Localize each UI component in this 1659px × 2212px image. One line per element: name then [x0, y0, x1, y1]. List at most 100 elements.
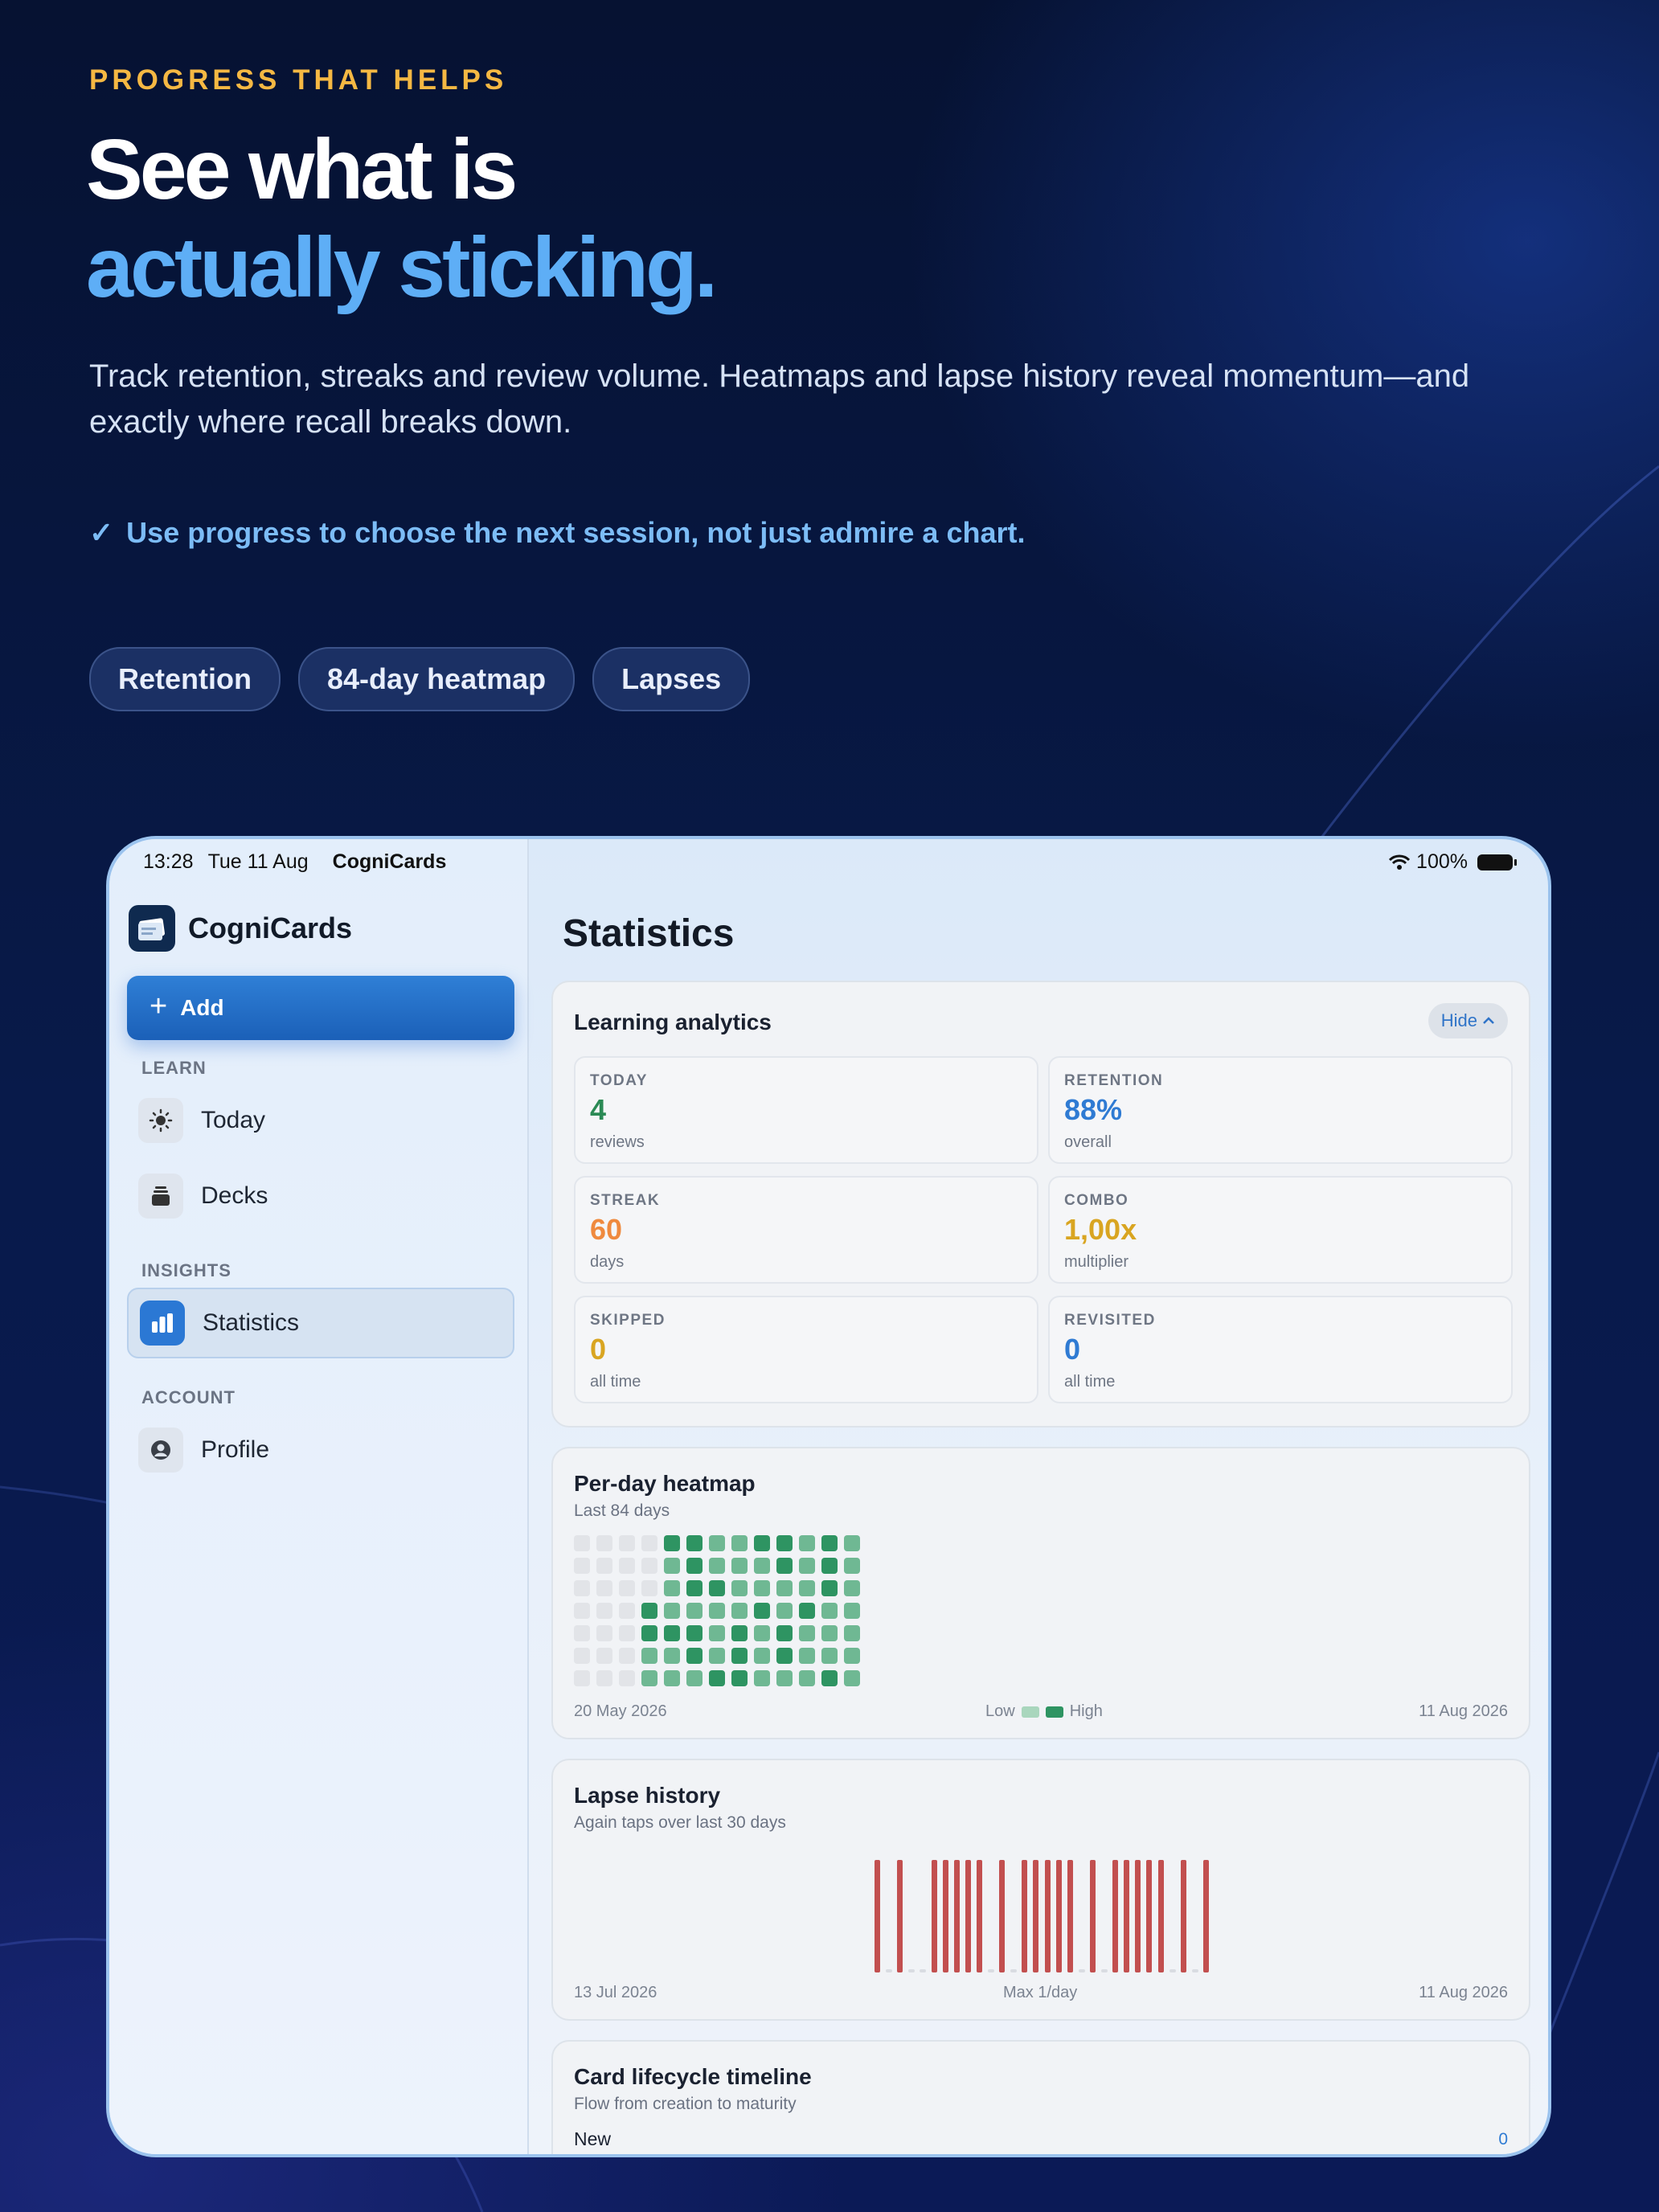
sidebar-item-label: Today [201, 1107, 266, 1133]
hero-subtext: Track retention, streaks and review volu… [89, 358, 1470, 440]
check-icon: ✓ [89, 516, 114, 549]
status-app-name: CogniCards [332, 850, 447, 873]
card-title: Lapse history [574, 1783, 721, 1808]
metric-retention: RETENTION 88% overall [1048, 1056, 1513, 1164]
legend-low-swatch [1021, 1706, 1039, 1718]
metric-value: 60 [590, 1213, 623, 1246]
headline-line-1: See what is [86, 122, 518, 217]
heatmap-cell [844, 1535, 860, 1551]
heatmap-cell [776, 1603, 793, 1619]
sidebar-item-today[interactable]: Today [127, 1085, 514, 1156]
lapse-bar [1135, 1860, 1141, 1972]
metric-label: REVISITED [1064, 1312, 1156, 1329]
heatmap-cell [754, 1648, 770, 1664]
chip-lapses: Lapses [592, 647, 751, 711]
lapse-bar [1146, 1860, 1152, 1972]
heatmap-cell [641, 1625, 657, 1641]
heatmap-cell [776, 1648, 793, 1664]
lapse-bar [943, 1860, 948, 1972]
app-name: CogniCards [188, 911, 353, 944]
lapse-bar [999, 1860, 1005, 1972]
brand: CogniCards [129, 905, 352, 952]
heatmap-cell [574, 1535, 590, 1551]
chip-heatmap: 84-day heatmap [298, 647, 576, 711]
heatmap-cell [641, 1558, 657, 1574]
heatmap-cell [799, 1603, 815, 1619]
heatmap-cell [844, 1603, 860, 1619]
lapse-bar [1203, 1860, 1209, 1972]
heatmap-cell [664, 1603, 680, 1619]
tip-row: ✓ Use progress to choose the next sessio… [89, 516, 1025, 550]
heatmap-cell [821, 1625, 838, 1641]
lapse-end-date: 11 Aug 2026 [1419, 1984, 1508, 2001]
lapse-bar [1022, 1860, 1027, 1972]
sidebar-item-profile[interactable]: Profile [127, 1415, 514, 1485]
heatmap-cell [776, 1580, 793, 1596]
heatmap-cell [664, 1670, 680, 1686]
heatmap-cell [776, 1625, 793, 1641]
metric-label: SKIPPED [590, 1312, 666, 1329]
lapse-bar [932, 1860, 937, 1972]
sidebar-item-label: Profile [201, 1436, 270, 1463]
lapse-bar [1056, 1860, 1062, 1972]
status-bar: 13:28 Tue 11 Aug CogniCards 100% [109, 839, 1548, 883]
lifecycle-row-value: 0 [1498, 2130, 1508, 2149]
heatmap-cell [619, 1580, 635, 1596]
eyebrow: PROGRESS THAT HELPS [89, 64, 508, 96]
lapse-bar [1067, 1860, 1073, 1972]
app-logo-icon [129, 905, 175, 952]
lapse-empty-day [1101, 1969, 1108, 1972]
sidebar: CogniCards + Add LEARN Today Decks INSIG… [109, 839, 529, 2154]
heatmap-cell [709, 1648, 725, 1664]
heatmap-cell [731, 1603, 748, 1619]
hide-button[interactable]: Hide [1428, 1003, 1508, 1038]
lapse-bar [1033, 1860, 1038, 1972]
heatmap-cell [619, 1603, 635, 1619]
lapse-start-date: 13 Jul 2026 [574, 1984, 657, 2001]
heatmap-cell [574, 1558, 590, 1574]
heatmap-cell [641, 1535, 657, 1551]
lapse-empty-day [1010, 1969, 1017, 1972]
card-subtitle: Flow from creation to maturity [574, 2095, 797, 2113]
legend-low-label: Low [985, 1702, 1015, 1720]
legend-high-swatch [1045, 1706, 1063, 1718]
lapse-bar [1181, 1860, 1186, 1972]
lapse-bar-chart [875, 1855, 1228, 1972]
heatmap-cell [754, 1580, 770, 1596]
sidebar-item-statistics[interactable]: Statistics [127, 1288, 514, 1358]
heatmap-cell [844, 1580, 860, 1596]
heatmap-cell [754, 1625, 770, 1641]
heatmap-cell [664, 1558, 680, 1574]
heatmap-cell [821, 1603, 838, 1619]
heatmap-cell [596, 1670, 612, 1686]
add-button[interactable]: + Add [127, 976, 514, 1040]
lapse-max-label: Max 1/day [1003, 1984, 1078, 2001]
heatmap-cell [686, 1558, 703, 1574]
heatmap-cell [799, 1580, 815, 1596]
metric-label: STREAK [590, 1192, 661, 1209]
heatmap-cell [844, 1670, 860, 1686]
heatmap-cell [596, 1558, 612, 1574]
heatmap-cell [754, 1558, 770, 1574]
sidebar-item-decks[interactable]: Decks [127, 1161, 514, 1231]
section-label-account: ACCOUNT [141, 1387, 236, 1407]
heatmap-cell [731, 1625, 748, 1641]
lapse-empty-day [1192, 1969, 1198, 1972]
add-button-label: Add [180, 995, 224, 1020]
heatmap-cell [664, 1535, 680, 1551]
bar-chart-icon [140, 1301, 185, 1346]
metric-unit: days [590, 1253, 625, 1271]
metric-skipped: SKIPPED 0 all time [574, 1296, 1038, 1403]
heatmap-cell [731, 1535, 748, 1551]
person-icon [138, 1428, 183, 1473]
lapse-bar [875, 1860, 880, 1972]
heatmap-legend: Low High [985, 1702, 1103, 1721]
wifi-icon [1389, 854, 1411, 870]
lapse-bar [1112, 1860, 1118, 1972]
metric-unit: reviews [590, 1133, 645, 1151]
heatmap-cell [731, 1648, 748, 1664]
heatmap-cell [821, 1670, 838, 1686]
heatmap-cell [776, 1558, 793, 1574]
heatmap-cell [574, 1670, 590, 1686]
heatmap-cell [596, 1535, 612, 1551]
